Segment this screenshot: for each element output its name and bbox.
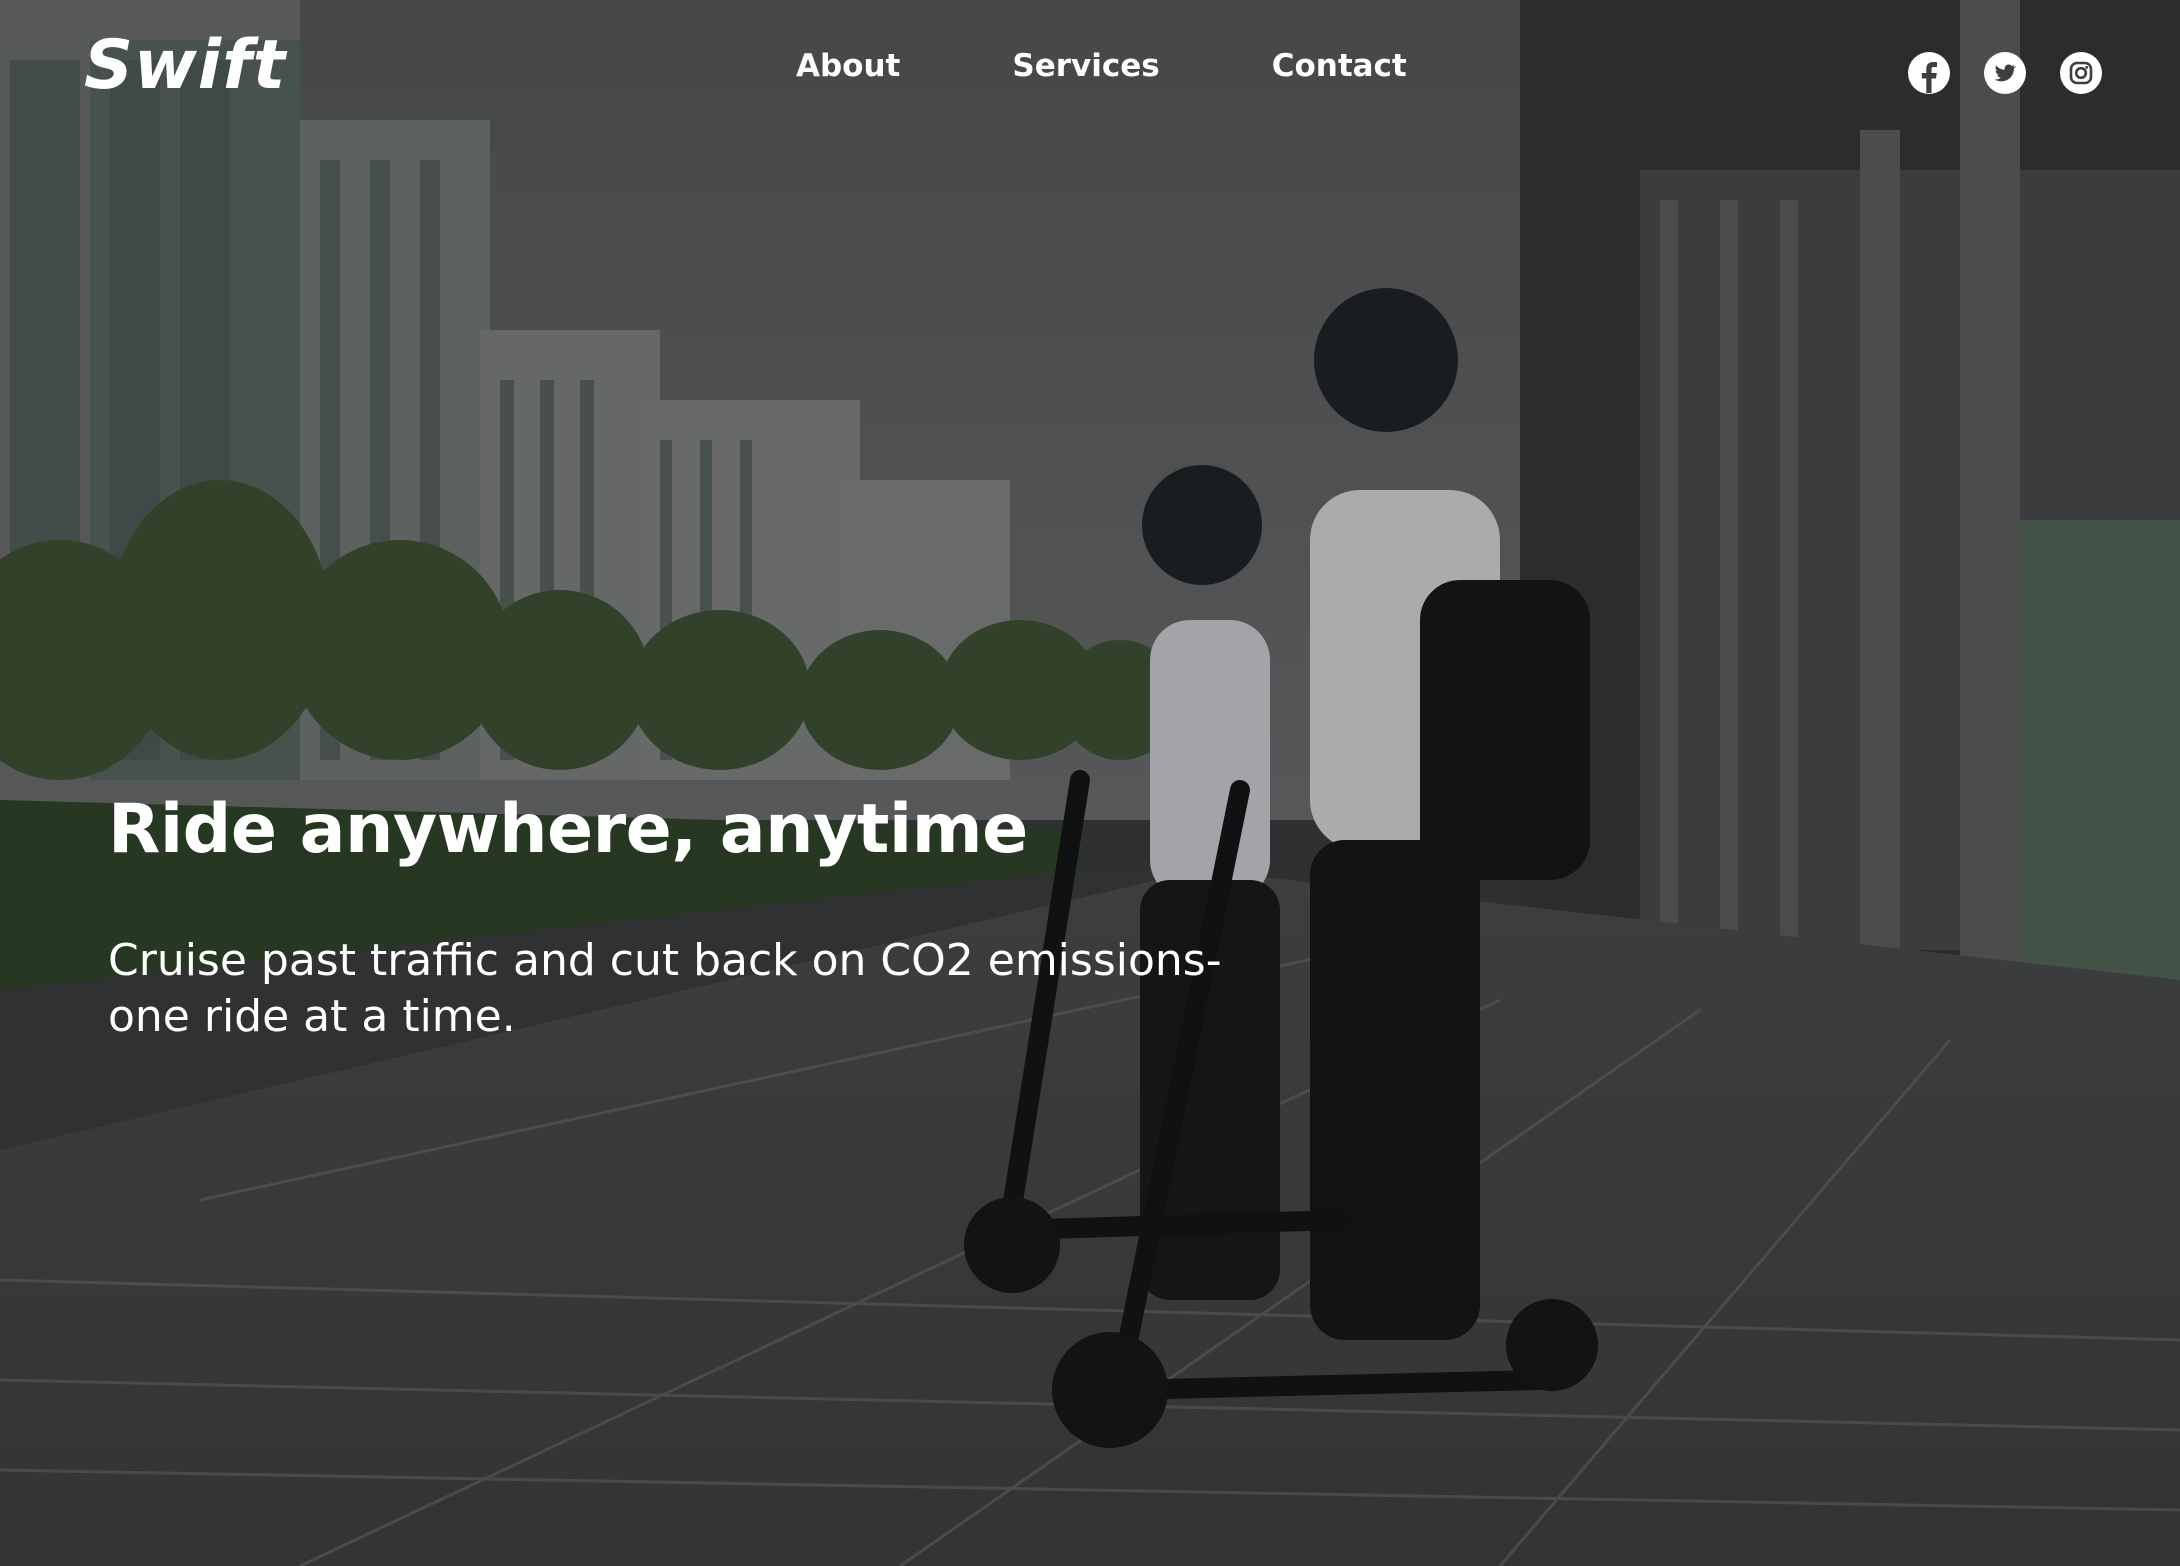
facebook-icon[interactable]: [1908, 52, 1950, 94]
hero-subheadline: Cruise past traffic and cut back on CO2 …: [108, 935, 1222, 1042]
instagram-icon[interactable]: [2060, 52, 2102, 94]
hero-background-image: [0, 0, 2180, 1566]
hero-dark-overlay: [0, 0, 2180, 1566]
main-nav: About Services Contact: [796, 48, 1407, 84]
hero-content: Ride anywhere, anytime Cruise past traff…: [108, 790, 1248, 1045]
social-links: [1908, 52, 2102, 94]
nav-link-services[interactable]: Services: [1012, 48, 1159, 84]
twitter-icon[interactable]: [1984, 52, 2026, 94]
nav-link-about[interactable]: About: [796, 48, 900, 84]
top-navbar: Swift About Services Contact: [0, 0, 2180, 140]
brand-logo[interactable]: Swift: [84, 26, 286, 105]
hero-headline: Ride anywhere, anytime: [108, 790, 1028, 869]
nav-link-contact[interactable]: Contact: [1272, 48, 1407, 84]
